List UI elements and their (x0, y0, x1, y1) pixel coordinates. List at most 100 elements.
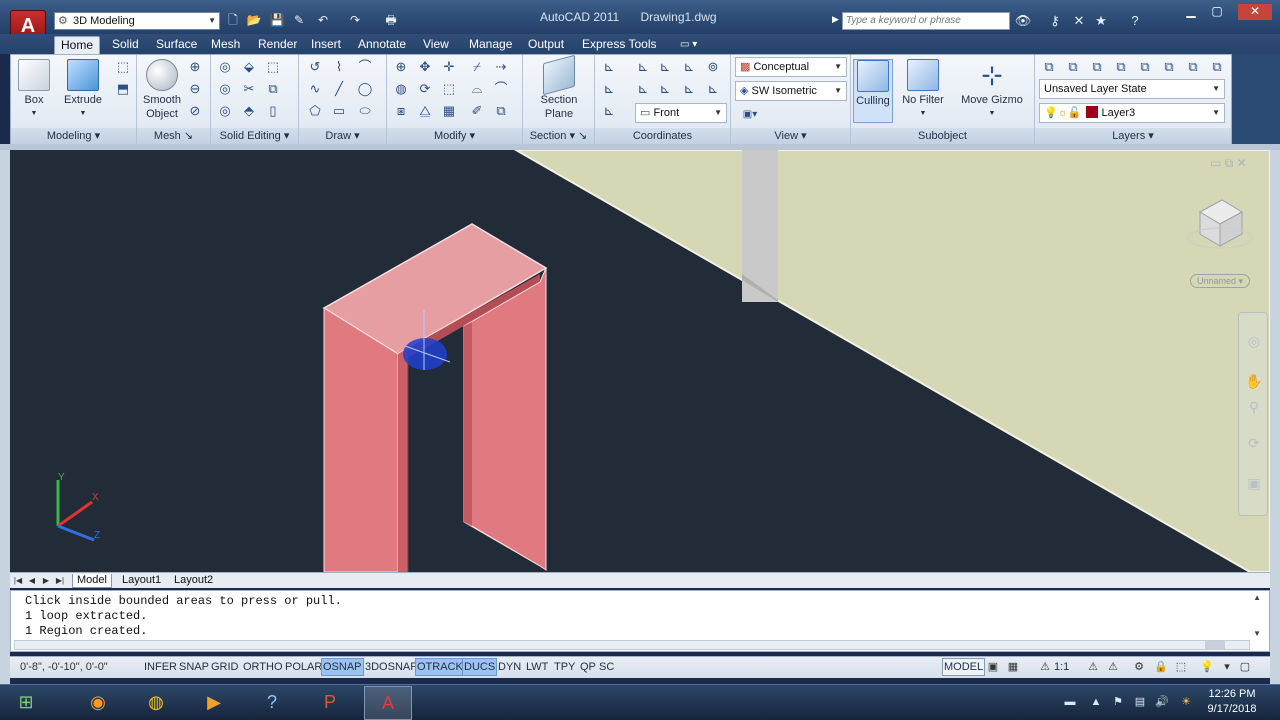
toggle-qp[interactable]: QP (578, 658, 598, 676)
mesh-refine-icon[interactable]: ⊘ (185, 101, 205, 121)
scroll-down-icon[interactable]: ▼ (1253, 629, 1261, 638)
maximize-icon[interactable]: ▢ (1204, 4, 1230, 20)
layer-off-icon[interactable]: ⧉ (1183, 57, 1203, 77)
quick-view-layouts-icon[interactable]: ▣ (984, 658, 1002, 676)
move-gizmo-button[interactable]: ⊹ Move Gizmo ▼ (959, 59, 1025, 121)
intersect-icon[interactable]: ◎ (215, 101, 235, 121)
ucs-icon-properties[interactable]: ⊚ (703, 57, 723, 77)
toggle-otrack[interactable]: OTRACK (415, 658, 465, 676)
autocad-taskbar-icon[interactable]: A (364, 686, 412, 720)
tray-expand-icon[interactable]: ▲ (1088, 694, 1104, 710)
toggle-ortho[interactable]: ORTHO (241, 658, 285, 676)
layer-match-icon[interactable]: ⧉ (1087, 57, 1107, 77)
save-icon[interactable]: 💾 (268, 12, 286, 30)
plot-icon[interactable]: 🖶 (382, 12, 400, 30)
ellipse-icon[interactable]: ⬭ (355, 101, 375, 121)
copy-icon[interactable]: ⧉ (491, 101, 511, 121)
scrollbar-thumb[interactable] (1205, 641, 1225, 649)
trim-icon[interactable]: ⌿ (467, 57, 487, 77)
steering-wheel-icon[interactable]: ◎ (1244, 331, 1264, 351)
viewport-close-icon[interactable]: ✕ (1237, 156, 1247, 170)
box-button[interactable]: Box ▼ (17, 59, 51, 121)
toggle-snap[interactable]: SNAP (177, 658, 211, 676)
scroll-up-icon[interactable]: ▲ (1253, 593, 1261, 602)
tray-network-icon[interactable]: ▤ (1132, 694, 1148, 710)
rectangle-icon[interactable]: ▭ (329, 101, 349, 121)
tab-annotate[interactable]: Annotate (352, 36, 412, 54)
media-player-icon[interactable]: ▶ (190, 686, 238, 720)
separate-icon[interactable]: ▯ (263, 101, 283, 121)
rotate-icon[interactable]: ⟳ (415, 79, 435, 99)
drawing-viewport[interactable]: Y X Z (10, 150, 1270, 572)
ucs-named-icon[interactable]: ⊾ (599, 79, 619, 99)
extract-edges-icon[interactable]: ⬚ (263, 57, 283, 77)
imprint-icon[interactable]: ⧉ (263, 79, 283, 99)
workspace-switcher[interactable]: ⚙ 3D Modeling ▼ (54, 12, 220, 30)
undo-icon[interactable]: ↶ (314, 12, 332, 30)
move-icon[interactable]: ✥ (415, 57, 435, 77)
extrude-button[interactable]: Extrude ▼ (61, 59, 105, 121)
mesh-smooth-less-icon[interactable]: ⊖ (185, 79, 205, 99)
redo-icon[interactable]: ↷ (346, 12, 364, 30)
3d-align-icon[interactable]: ⧆ (391, 101, 411, 121)
tab-home[interactable]: Home (54, 36, 101, 54)
line-icon[interactable]: ╱ (329, 79, 349, 99)
binoculars-icon[interactable]: 👁 (1014, 12, 1032, 30)
no-filter-button[interactable]: No Filter ▼ (901, 59, 945, 121)
tab-solid[interactable]: Solid (106, 36, 145, 54)
spline-icon[interactable]: ∿ (305, 79, 325, 99)
fillet-icon[interactable]: ⌒ (491, 79, 511, 99)
tray-keyboard-icon[interactable]: ▬ (1062, 694, 1078, 710)
annotation-visibility-icon[interactable]: ⚠ (1084, 658, 1102, 676)
auto-scale-icon[interactable]: ⚠ (1104, 658, 1122, 676)
tab-output[interactable]: Output (522, 36, 570, 54)
first-tab-icon[interactable]: |◀ (12, 574, 24, 587)
lock-icon[interactable]: 🔒 (1152, 658, 1170, 676)
layer-state-select[interactable]: Unsaved Layer State ▼ (1039, 79, 1225, 99)
start-button-icon[interactable]: ⊞ (2, 686, 50, 720)
last-tab-icon[interactable]: ▶| (54, 574, 66, 587)
tray-flag-icon[interactable]: ⚑ (1110, 694, 1126, 710)
communication-icon[interactable]: ✕ (1070, 12, 1088, 30)
thicken-icon[interactable]: ⬘ (239, 101, 259, 121)
zoom-icon[interactable]: ⚲ (1244, 397, 1264, 417)
toggle-lwt[interactable]: LWT (524, 658, 550, 676)
slice-icon[interactable]: ✂ (239, 79, 259, 99)
help-icon[interactable]: ? (248, 686, 296, 720)
workspace-switching-icon[interactable]: ⚙ (1130, 658, 1148, 676)
firefox-icon[interactable]: ◉ (74, 686, 122, 720)
viewport-restore-icon[interactable]: ⧉ (1225, 156, 1234, 170)
taskbar-clock[interactable]: 12:26 PM 9/17/2018 (1204, 687, 1260, 717)
viewport-minimize-icon[interactable]: ▭ (1210, 156, 1221, 170)
polyline-icon[interactable]: ↺ (305, 57, 325, 77)
helix-icon[interactable]: ⌇ (329, 57, 349, 77)
viewport-config-icon[interactable]: ▣▾ (737, 105, 763, 125)
next-tab-icon[interactable]: ▶ (40, 574, 52, 587)
chrome-icon[interactable]: ◍ (132, 686, 180, 720)
save-as-icon[interactable]: ✎ (290, 12, 308, 30)
model-space-button[interactable]: MODEL (942, 658, 986, 676)
mirror-icon[interactable]: ⧋ (415, 101, 435, 121)
3d-rotate-icon[interactable]: ◍ (391, 79, 411, 99)
powerpoint-icon[interactable]: P (306, 686, 354, 720)
explode-icon[interactable]: ⇢ (491, 57, 511, 77)
ucs-3point-icon[interactable]: ⊾ (679, 79, 699, 99)
3d-move-icon[interactable]: ⊕ (391, 57, 411, 77)
orbit-icon[interactable]: ⟳ (1244, 433, 1264, 453)
tab-render[interactable]: Render (252, 36, 303, 54)
circle-icon[interactable]: ◯ (355, 79, 375, 99)
layer-previous-icon[interactable]: ⧉ (1111, 57, 1131, 77)
toggle-polar[interactable]: POLAR (283, 658, 324, 676)
tab-view[interactable]: View (417, 36, 455, 54)
layer-state-icon[interactable]: ⧉ (1063, 57, 1083, 77)
ucs-origin-icon[interactable]: ⊾ (633, 79, 653, 99)
mesh-smooth-more-icon[interactable]: ⊕ (185, 57, 205, 77)
subtract-icon[interactable]: ◎ (215, 79, 235, 99)
search-input[interactable]: Type a keyword or phrase (842, 12, 1010, 30)
layer-freeze-icon[interactable]: ⧉ (1159, 57, 1179, 77)
prev-tab-icon[interactable]: ◀ (26, 574, 38, 587)
ucs-x-icon[interactable]: ⊾ (655, 57, 675, 77)
layer-properties-icon[interactable]: ⧉ (1039, 57, 1059, 77)
toggle-osnap[interactable]: OSNAP (321, 658, 364, 676)
section-plane-button[interactable]: Section Plane (537, 54, 581, 121)
